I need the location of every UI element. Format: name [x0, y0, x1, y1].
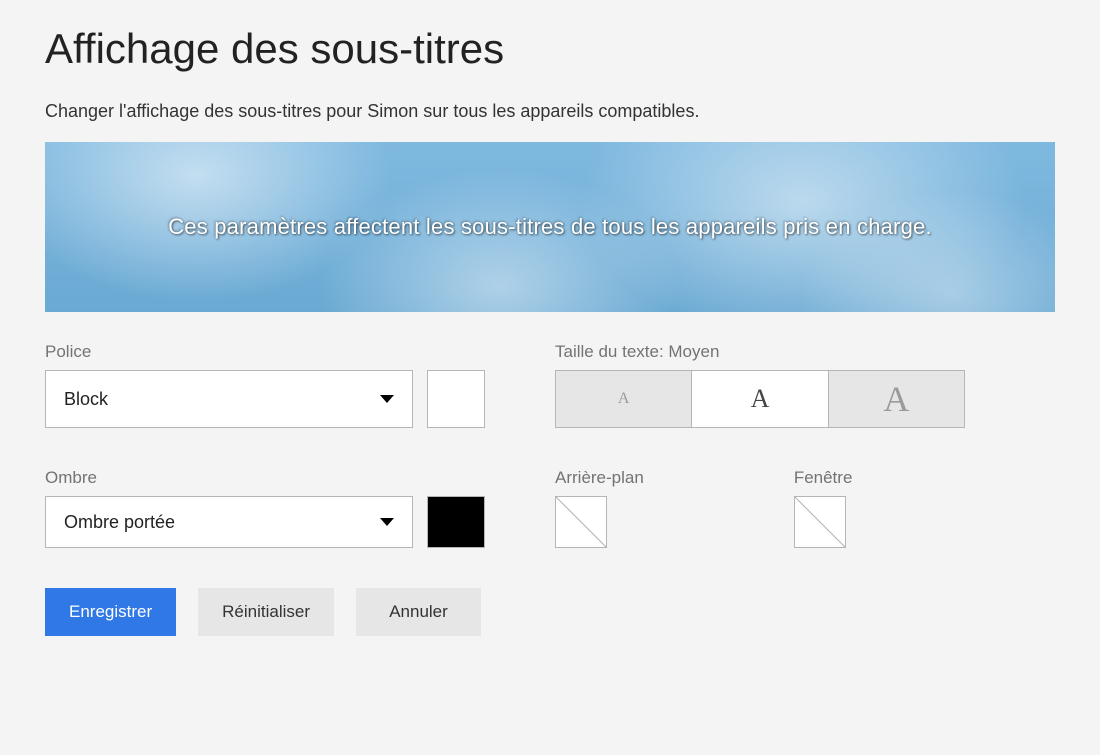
fenetre-label: Fenêtre	[794, 468, 853, 488]
fenetre-group: Fenêtre	[794, 468, 853, 548]
ombre-select-value: Ombre portée	[64, 512, 175, 533]
subtitle-preview: Ces paramètres affectent les sous-titres…	[45, 142, 1055, 312]
size-glyph-small: A	[618, 390, 630, 408]
police-select-value: Block	[64, 389, 108, 410]
taille-label: Taille du texte: Moyen	[555, 342, 1055, 362]
text-size-large[interactable]: A	[829, 371, 964, 427]
ombre-label: Ombre	[45, 468, 485, 488]
reset-button[interactable]: Réinitialiser	[198, 588, 334, 636]
action-buttons: Enregistrer Réinitialiser Annuler	[45, 588, 1055, 636]
arriere-plan-label: Arrière-plan	[555, 468, 644, 488]
page-title: Affichage des sous-titres	[45, 25, 1055, 73]
arriere-plan-group: Arrière-plan	[555, 468, 644, 548]
text-size-medium[interactable]: A	[692, 371, 828, 427]
ombre-color-swatch[interactable]	[427, 496, 485, 548]
subtitle-preview-text: Ces paramètres affectent les sous-titres…	[168, 212, 932, 243]
size-glyph-large: A	[883, 378, 909, 420]
fenetre-swatch[interactable]	[794, 496, 846, 548]
cancel-button[interactable]: Annuler	[356, 588, 481, 636]
caret-down-icon	[380, 518, 394, 526]
ombre-select[interactable]: Ombre portée	[45, 496, 413, 548]
police-color-swatch[interactable]	[427, 370, 485, 428]
page-description: Changer l'affichage des sous-titres pour…	[45, 101, 1055, 122]
save-button[interactable]: Enregistrer	[45, 588, 176, 636]
text-size-group: A A A	[555, 370, 965, 428]
police-select[interactable]: Block	[45, 370, 413, 428]
text-size-small[interactable]: A	[556, 371, 692, 427]
arriere-plan-swatch[interactable]	[555, 496, 607, 548]
caret-down-icon	[380, 395, 394, 403]
size-glyph-medium: A	[751, 384, 770, 414]
police-label: Police	[45, 342, 485, 362]
